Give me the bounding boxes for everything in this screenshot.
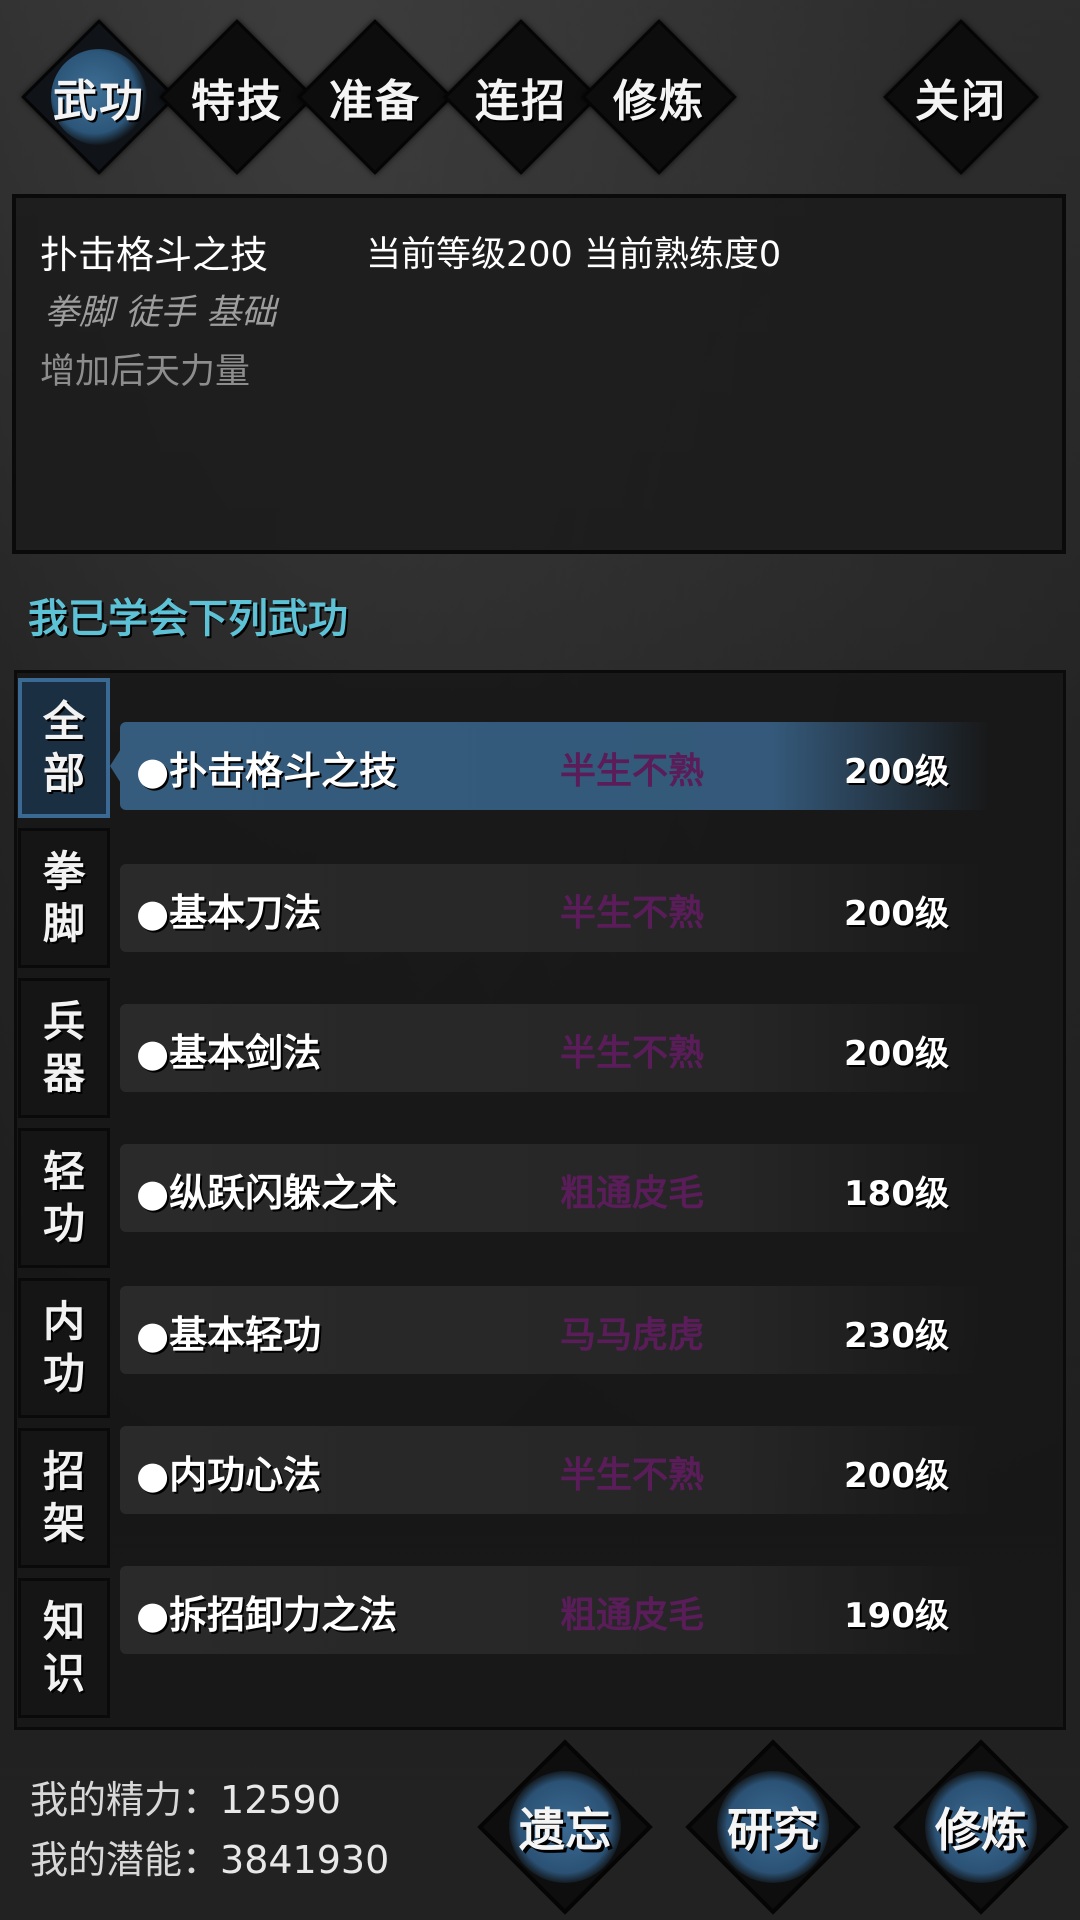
category-char: 识 [42,1649,85,1698]
category-char: 全 [42,697,85,746]
tab-label: 武功 [53,76,145,127]
skill-row[interactable]: ●基本轻功 马马虎虎 230级 [120,1286,990,1374]
energy-value: 12590 [220,1778,341,1822]
forget-button[interactable]: 遗忘 [477,1739,653,1915]
tab-prepare[interactable]: 准备 [297,19,453,175]
skill-proficiency: 马马虎虎 [560,1314,705,1356]
tab-combo[interactable]: 连招 [443,19,599,175]
category-char: 架 [42,1499,85,1548]
category-tab-parry[interactable]: 招 架 [18,1428,110,1568]
forget-label: 遗忘 [519,1803,611,1857]
category-tab-fist-kick[interactable]: 拳 脚 [18,828,110,968]
skill-proficiency: 半生不熟 [560,750,705,792]
tab-close[interactable]: 关闭 [883,19,1039,175]
tab-label: 修炼 [613,76,705,127]
skill-row[interactable]: ●纵跃闪躲之术 粗通皮毛 180级 [120,1144,990,1232]
category-char: 器 [42,1049,85,1098]
category-char: 功 [42,1349,85,1398]
category-tab-knowledge[interactable]: 知 识 [18,1578,110,1718]
skill-row[interactable]: ●拆招卸力之法 粗通皮毛 190级 [120,1566,990,1654]
skill-proficiency: 半生不熟 [560,1032,705,1074]
skill-name: ●基本轻功 [136,1312,322,1357]
top-tab-bar: 武功 特技 准备 连招 修炼 关闭 [0,0,1080,180]
skill-info-name: 扑击格斗之技 [40,233,269,277]
skill-name: ●基本剑法 [136,1030,322,1075]
skill-row[interactable]: ●扑击格斗之技 半生不熟 200级 [110,722,990,810]
skill-name: ●纵跃闪躲之术 [136,1170,398,1215]
category-char: 拳 [42,847,85,896]
category-char: 内 [42,1297,85,1346]
category-char: 功 [42,1199,85,1248]
skill-info-level: 当前等级200 当前熟练度0 [366,235,782,275]
skill-proficiency: 半生不熟 [560,892,705,934]
skill-level: 200级 [844,894,949,934]
tab-label: 关闭 [915,76,1007,127]
tab-label: 特技 [191,76,283,127]
skill-name: ●基本刀法 [136,890,322,935]
potential-stat: 我的潜能：3841930 [30,1830,389,1890]
skill-level: 230级 [844,1316,949,1356]
energy-label: 我的精力： [30,1778,221,1822]
player-stats: 我的精力：12590 我的潜能：3841930 [30,1770,389,1890]
skill-level: 200级 [844,1456,949,1496]
research-label: 研究 [727,1803,819,1857]
skill-row[interactable]: ●基本刀法 半生不熟 200级 [120,864,990,952]
skill-proficiency: 粗通皮毛 [560,1172,705,1214]
skill-name: ●扑击格斗之技 [136,748,398,793]
practice-button[interactable]: 修炼 [893,1739,1069,1915]
research-button[interactable]: 研究 [685,1739,861,1915]
tab-martial-arts[interactable]: 武功 [21,19,177,175]
tab-special-skills[interactable]: 特技 [159,19,315,175]
tab-label: 连招 [475,76,567,127]
tab-cultivate[interactable]: 修炼 [581,19,737,175]
category-char: 脚 [42,899,85,948]
tab-label: 准备 [329,76,421,127]
category-tab-internal[interactable]: 内 功 [18,1278,110,1418]
category-char: 轻 [42,1147,85,1196]
skill-level: 200级 [844,752,949,792]
energy-stat: 我的精力：12590 [30,1770,389,1830]
skill-info-tags: 拳脚 徒手 基础 [44,293,277,333]
skill-name: ●拆招卸力之法 [136,1592,398,1637]
section-title: 我已学会下列武功 [28,595,348,642]
skill-name: ●内功心法 [136,1452,322,1497]
category-char: 兵 [42,997,85,1046]
skill-row[interactable]: ●内功心法 半生不熟 200级 [120,1426,990,1514]
potential-label: 我的潜能： [30,1838,221,1882]
category-tab-weapons[interactable]: 兵 器 [18,978,110,1118]
skill-level: 190级 [844,1596,949,1636]
category-char: 知 [42,1597,85,1646]
skill-level: 200级 [844,1034,949,1074]
skill-row[interactable]: ●基本剑法 半生不熟 200级 [120,1004,990,1092]
potential-value: 3841930 [220,1838,390,1882]
category-tab-all[interactable]: 全 部 [18,678,110,818]
category-char: 部 [42,749,85,798]
category-tab-lightness[interactable]: 轻 功 [18,1128,110,1268]
practice-label: 修炼 [935,1803,1027,1857]
skill-info-description: 增加后天力量 [40,352,251,392]
skill-proficiency: 半生不熟 [560,1454,705,1496]
category-char: 招 [42,1447,85,1496]
skill-level: 180级 [844,1174,949,1214]
skill-proficiency: 粗通皮毛 [560,1594,705,1636]
skill-info-panel: 扑击格斗之技 当前等级200 当前熟练度0 拳脚 徒手 基础 增加后天力量 [12,194,1066,554]
